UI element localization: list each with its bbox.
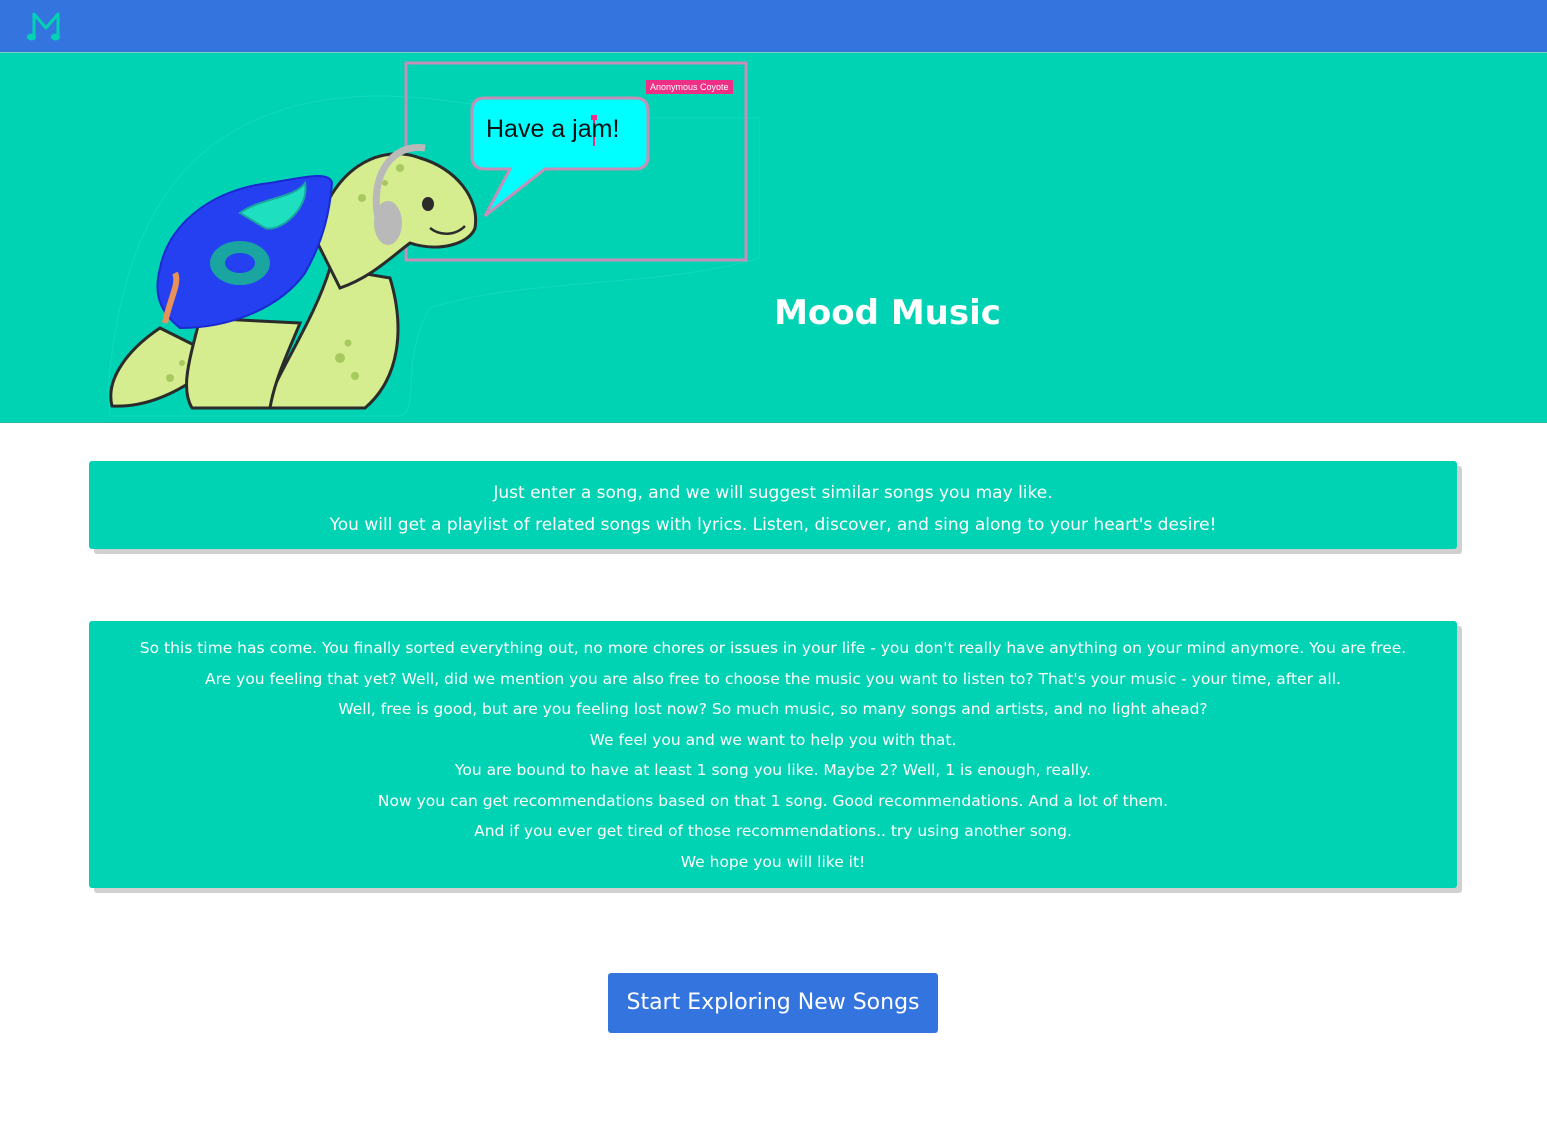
intro-line: You will get a playlist of related songs… bbox=[329, 515, 1217, 535]
story-line: So this time has come. You finally sorte… bbox=[139, 639, 1407, 657]
intro-line: Just enter a song, and we will suggest s… bbox=[493, 483, 1053, 503]
music-note-logo-icon[interactable] bbox=[26, 8, 66, 44]
story-line: Well, free is good, but are you feeling … bbox=[338, 700, 1208, 718]
speech-bubble-text: Have a jam! bbox=[486, 115, 620, 143]
username-tag: Anonymous Coyote bbox=[646, 80, 733, 94]
story-line: And if you ever get tired of those recom… bbox=[474, 822, 1072, 840]
turtle-mascot-image bbox=[107, 61, 760, 417]
top-navbar bbox=[0, 0, 1547, 53]
story-line: We feel you and we want to help you with… bbox=[589, 730, 957, 749]
page-title: Mood Music bbox=[774, 293, 1001, 333]
story-card: So this time has come. You finally sorte… bbox=[89, 621, 1457, 888]
story-line: Are you feeling that yet? Well, did we m… bbox=[205, 669, 1341, 688]
story-line: Now you can get recommendations based on… bbox=[377, 791, 1169, 810]
intro-card: Just enter a song, and we will suggest s… bbox=[89, 461, 1457, 549]
hero-banner: Anonymous Coyote Have a jam! Mood Music bbox=[0, 53, 1547, 423]
start-exploring-button[interactable]: Start Exploring New Songs bbox=[608, 973, 938, 1033]
story-line: You are bound to have at least 1 song yo… bbox=[454, 761, 1092, 779]
story-line: We hope you will like it! bbox=[680, 852, 866, 871]
